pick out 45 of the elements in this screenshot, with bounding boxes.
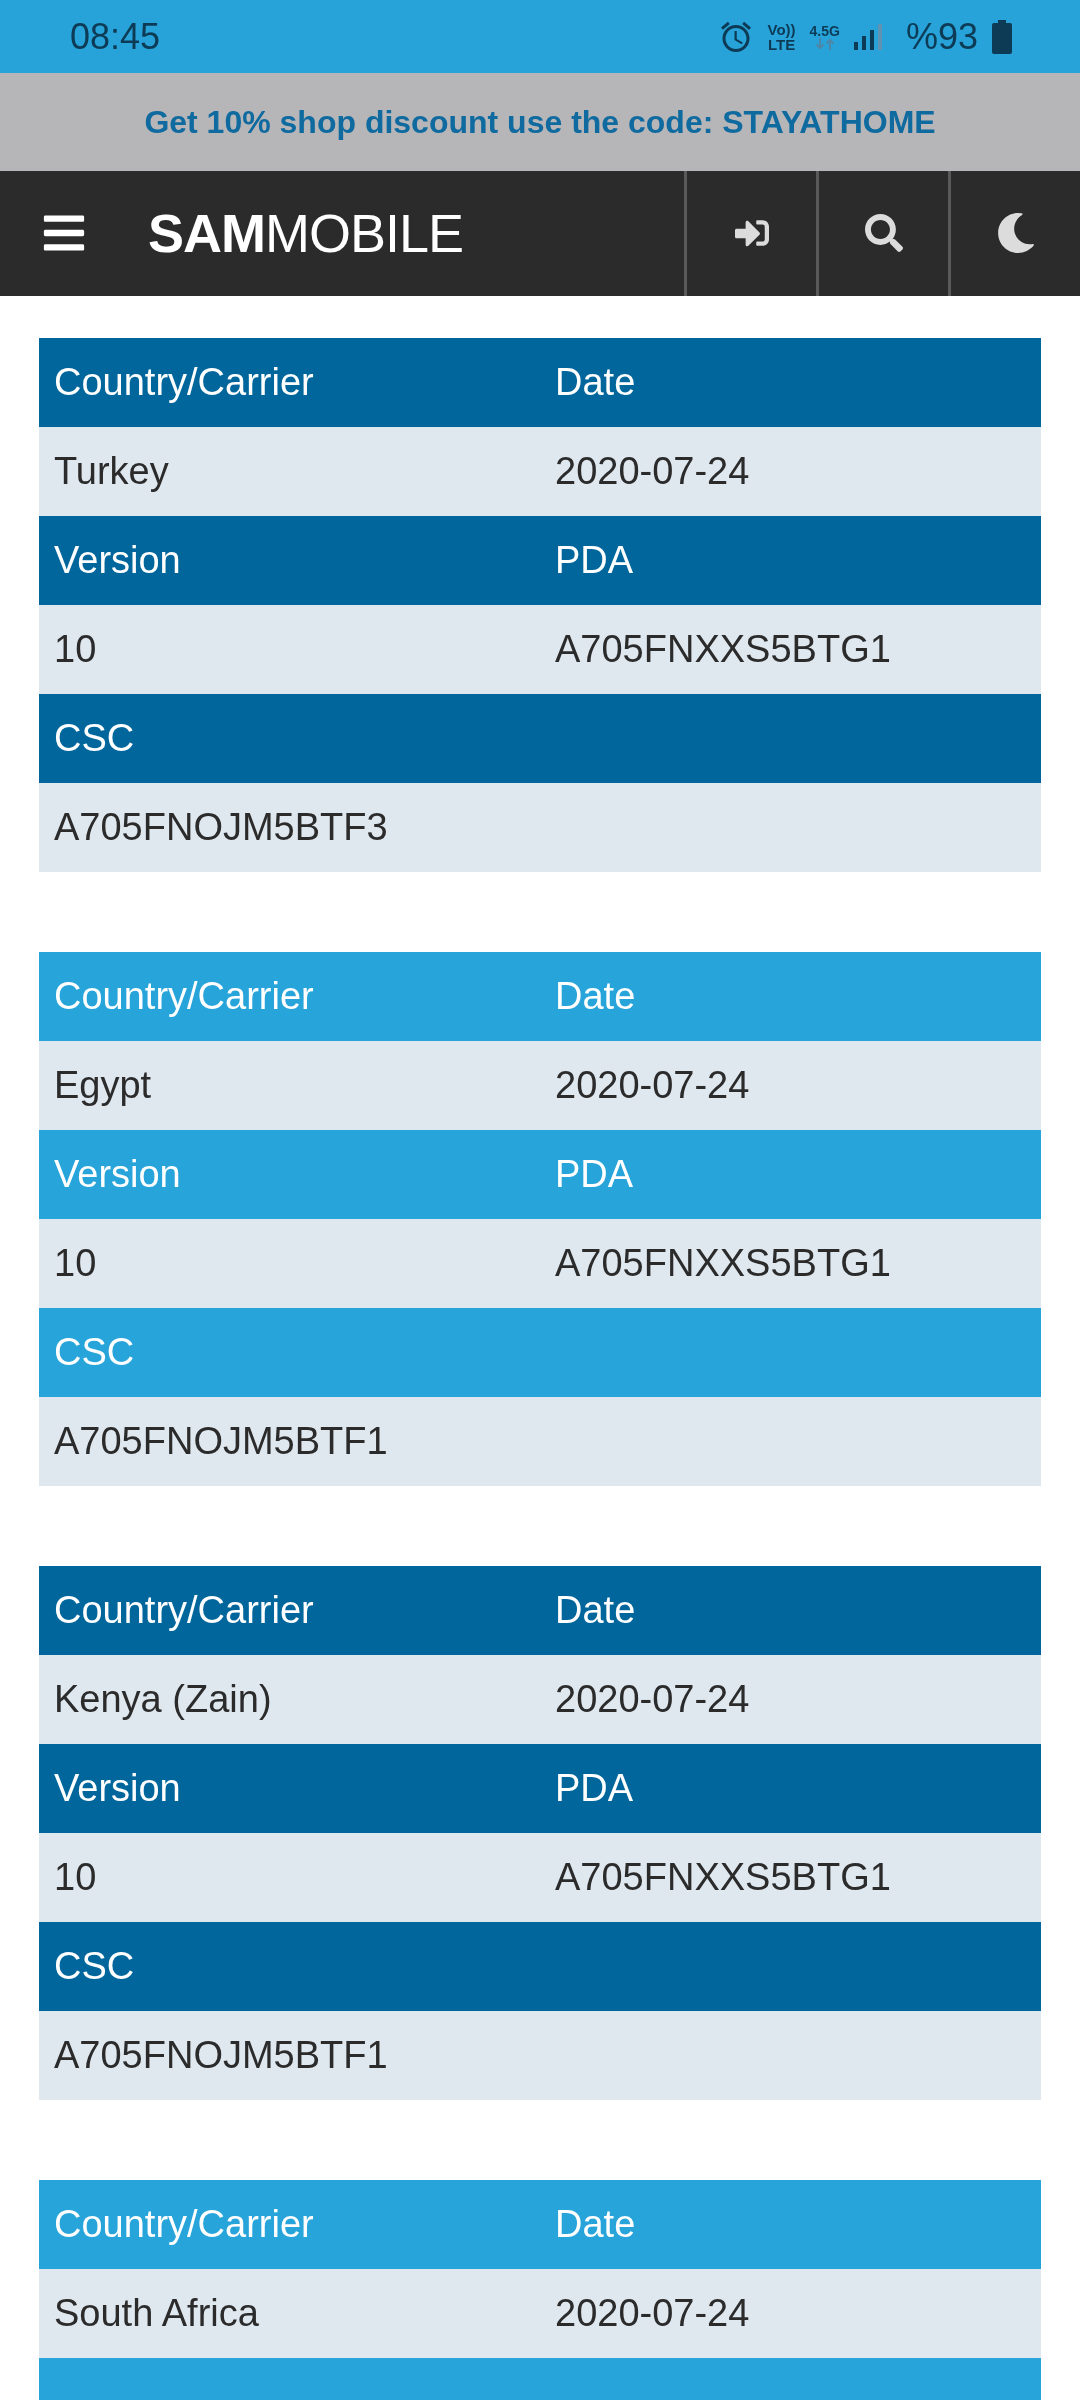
battery-percent: %93 [905, 18, 978, 55]
site-logo[interactable]: SAMMOBILE [148, 206, 464, 261]
search-icon [864, 214, 903, 253]
table-cell-text: Turkey [53, 452, 170, 491]
column-header: Country/Carrier [53, 977, 315, 1016]
network-type-label: 4.5G [809, 23, 840, 38]
table-cell-text: 10 [53, 1244, 98, 1283]
volte-label: Vo)) [767, 21, 796, 37]
table-cell-text: 2020-07-24 [554, 1066, 751, 1105]
column-header: Date [554, 977, 637, 1016]
table-cell-text: A705FNXXS5BTG1 [554, 630, 892, 669]
moon-icon [995, 213, 1036, 254]
column-header: Version [53, 1155, 182, 1194]
column-header: Date [554, 1591, 637, 1630]
table-cell-text: A705FNOJM5BTF1 [53, 1422, 389, 1461]
table-cell-text: Egypt [53, 1066, 153, 1105]
promo-text: Get 10% shop discount use the code: STAYATHOME [144, 103, 936, 143]
table-cell-text: Kenya (Zain) [53, 1680, 273, 1719]
table-cell-text: A705FNOJM5BTF1 [53, 2036, 389, 2075]
status-time: 08:45 [70, 18, 161, 55]
table-cell-text: A705FNOJM5BTF3 [53, 808, 389, 847]
column-header: CSC [53, 719, 136, 758]
column-header: Country/Carrier [53, 363, 315, 402]
column-header: CSC [53, 1947, 136, 1986]
data-arrows-icon [814, 37, 835, 50]
column-header: Date [554, 363, 637, 402]
column-header: Country/Carrier [53, 2205, 315, 2244]
table-cell-text: 2020-07-24 [554, 2294, 751, 2333]
battery-icon [992, 19, 1012, 54]
table-cell-text: A705FNXXS5BTG1 [554, 1244, 892, 1283]
table-cell-text: A705FNXXS5BTG1 [554, 1858, 892, 1897]
column-header: PDA [554, 1769, 635, 1808]
table-cell-text: South Africa [53, 2294, 260, 2333]
column-header: Date [554, 2205, 637, 2244]
column-header: PDA [554, 541, 635, 580]
table-cell-text: 2020-07-24 [554, 452, 751, 491]
column-header: Version [53, 541, 182, 580]
column-header: Country/Carrier [53, 1591, 315, 1630]
column-header: PDA [554, 1155, 635, 1194]
column-header: Version [53, 1769, 182, 1808]
table-cell-text: 2020-07-24 [554, 1680, 751, 1719]
column-header: CSC [53, 1333, 136, 1372]
signal-icon [853, 23, 882, 50]
table-cell-text: 10 [53, 630, 98, 669]
table-cell-text: 10 [53, 1858, 98, 1897]
